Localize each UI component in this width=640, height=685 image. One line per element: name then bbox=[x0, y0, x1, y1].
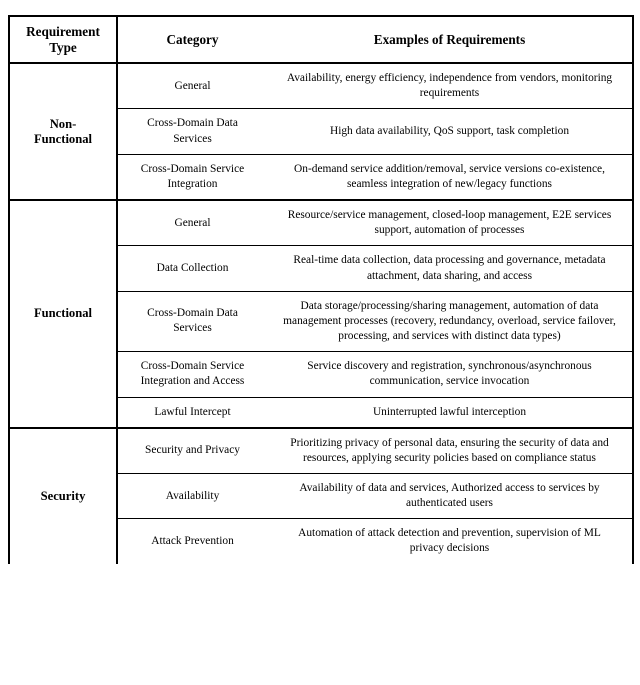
column-header-category: Category bbox=[117, 16, 267, 65]
cell-examples: High data availability, QoS support, tas… bbox=[267, 108, 633, 155]
page-root: a table of requirements Requirement Type… bbox=[0, 0, 640, 685]
cell-examples: Availability, energy efficiency, indepen… bbox=[286, 72, 613, 100]
cell-category: Data Collection bbox=[117, 245, 267, 292]
section-label-security: Security bbox=[9, 426, 118, 564]
column-header-requirement-type-line1: Requirement bbox=[26, 24, 100, 39]
section-label-non-functional: Non- Functional bbox=[9, 63, 118, 201]
table-row: Security Security and Privacy Prioritizi… bbox=[9, 426, 633, 564]
column-header-requirement-type: Requirement Type bbox=[9, 16, 118, 65]
table-row: Non- Functional General Availability, en… bbox=[9, 63, 633, 201]
requirements-table-container: Requirement Type Category Examples of Re… bbox=[8, 15, 634, 564]
section-label-functional: Functional bbox=[9, 199, 118, 428]
column-header-requirement-type-line2: Type bbox=[49, 39, 77, 55]
cell-category: Lawful Intercept bbox=[117, 396, 267, 428]
cell-category: Availability bbox=[117, 472, 267, 519]
cell-examples: Real-time data collection, data processi… bbox=[267, 245, 633, 292]
cell-category: General bbox=[174, 79, 211, 92]
cell-category: Cross-Domain Service Integration bbox=[117, 153, 267, 201]
table-row: Functional General Resource/service mana… bbox=[9, 199, 633, 428]
column-header-examples: Examples of Requirements bbox=[267, 16, 633, 65]
table-body: Non- Functional General Availability, en… bbox=[9, 63, 633, 564]
header-row: Requirement Type Category Examples of Re… bbox=[9, 16, 633, 65]
cell-examples: On-demand service addition/removal, serv… bbox=[267, 153, 633, 201]
cell-examples: Uninterrupted lawful interception bbox=[267, 396, 633, 428]
cell-category: Attack Prevention bbox=[117, 518, 267, 564]
cell-examples: Availability of data and services, Autho… bbox=[267, 472, 633, 519]
cell-category: Security and Privacy bbox=[117, 426, 267, 474]
cell-examples: Prioritizing privacy of personal data, e… bbox=[267, 426, 633, 474]
cell-category: Cross-Domain Data Services bbox=[117, 108, 267, 155]
cell-examples: Data storage/processing/sharing manageme… bbox=[267, 290, 633, 352]
requirements-table: Requirement Type Category Examples of Re… bbox=[8, 15, 634, 564]
section-label-non-functional-line1: Non- bbox=[49, 116, 77, 131]
caption-fragment: a table of requirements bbox=[0, 0, 640, 14]
cell-examples: Service discovery and registration, sync… bbox=[267, 351, 633, 397]
cell-examples: Resource/service management, closed-loop… bbox=[267, 199, 633, 246]
table-header: Requirement Type Category Examples of Re… bbox=[9, 16, 633, 65]
cell-category: Cross-Domain Service Integration and Acc… bbox=[117, 351, 267, 397]
cell-category: General bbox=[117, 199, 267, 246]
section-label-non-functional-line2: Functional bbox=[33, 131, 93, 146]
cell-category: Cross-Domain Data Services bbox=[117, 290, 267, 352]
cell-examples: Automation of attack detection and preve… bbox=[267, 518, 633, 564]
